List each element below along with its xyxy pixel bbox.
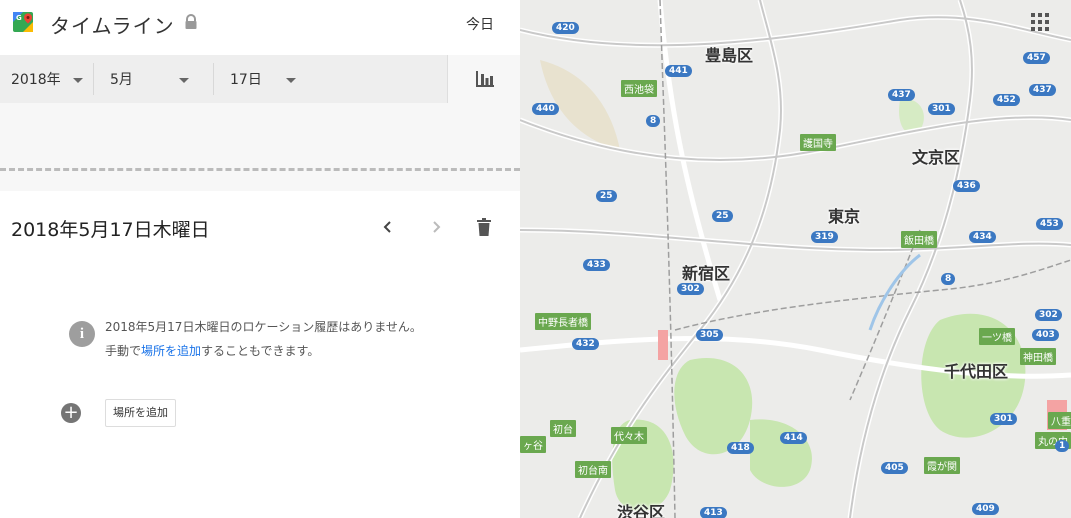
month-value: 5月 [110,72,133,88]
apps-grid-icon[interactable] [1031,13,1049,31]
station-label: 初台南 [575,461,611,478]
year-dropdown[interactable]: 2018年 [11,55,83,103]
route-shield: 8 [646,115,661,127]
info-icon: i [69,321,95,347]
hint-suffix: することもできます。 [201,344,320,358]
station-label: 代々木 [611,427,647,444]
route-shield: 437 [1029,84,1056,96]
previous-day-button[interactable] [374,213,402,241]
lock-icon [185,14,197,29]
add-place-button[interactable]: 場所を追加 [105,399,176,427]
station-label: 八重 [1048,412,1071,429]
route-shield: 302 [1035,309,1062,321]
timeline-panel: G タイムライン 今日 2018年 5月 17日 2018年5月17日木曜日 i… [0,0,520,518]
date-filter-bar: 2018年 5月 17日 [0,55,520,103]
no-history-message: 2018年5月17日木曜日のロケーション履歴はありません。 [105,320,422,334]
app-title: タイムライン [50,14,175,38]
ward-label-shibuya: 渋谷区 [617,503,666,518]
station-label: 西池袋 [621,80,657,97]
map-view[interactable]: 豊島区 文京区 東京 新宿区 千代田区 渋谷区 西池袋 護国寺 飯田橋 中野長者… [520,0,1071,518]
route-shield: 319 [811,231,838,243]
route-shield: 432 [572,338,599,350]
chevron-left-icon [383,221,391,233]
hint-prefix: 手動で [105,344,142,358]
route-shield: 418 [727,442,754,454]
route-shield: 25 [596,190,617,202]
station-label: 霞が関 [924,457,960,474]
station-label: 中野長者橋 [535,313,591,330]
route-shield: 420 [552,22,579,34]
route-shield: 405 [881,462,908,474]
add-place-link[interactable]: 場所を追加 [141,344,201,358]
station-label: ヶ谷 [520,436,546,453]
ward-label-shinjuku: 新宿区 [682,264,731,283]
route-shield: 305 [696,329,723,341]
day-value: 17日 [230,72,262,88]
route-shield: 452 [993,94,1020,106]
route-shield: 409 [972,503,999,515]
route-shield: 25 [712,210,733,222]
route-shield: 403 [1032,329,1059,341]
bar-chart-icon [475,71,494,87]
divider [213,63,214,95]
ward-label-bunkyo: 文京区 [912,148,961,167]
route-shield: 441 [665,65,692,77]
day-dropdown[interactable]: 17日 [230,55,296,103]
ward-label-chiyoda: 千代田区 [944,362,1009,381]
route-shield: 301 [990,413,1017,425]
chevron-down-icon [72,77,83,83]
route-shield: 440 [532,103,559,115]
route-shield: 1 [1055,440,1070,452]
ward-label-toshima: 豊島区 [705,46,754,65]
trash-icon [477,218,491,236]
station-label: 一ツ橋 [979,328,1015,345]
route-shield: 302 [677,283,704,295]
route-shield: 436 [953,180,980,192]
next-day-button[interactable] [422,213,450,241]
ward-label-tokyo: 東京 [828,207,861,226]
route-shield: 301 [928,103,955,115]
route-shield: 434 [969,231,996,243]
station-label: 初台 [550,420,576,437]
route-shield: 8 [941,273,956,285]
divider [93,63,94,95]
route-shield: 457 [1023,52,1050,64]
timeline-track [0,103,520,191]
route-shield: 453 [1036,218,1063,230]
day-title: 2018年5月17日木曜日 [11,219,210,241]
chevron-down-icon [178,77,189,83]
chevron-right-icon [433,221,441,233]
chevron-down-icon [285,77,296,83]
delete-day-button[interactable] [470,213,498,241]
route-shield: 413 [700,507,727,518]
google-maps-logo-icon: G [13,12,33,32]
svg-text:G: G [16,14,22,22]
station-label: 護国寺 [800,134,836,151]
month-dropdown[interactable]: 5月 [110,55,189,103]
top-bar: G タイムライン 今日 [0,0,520,55]
station-label: 神田橋 [1020,348,1056,365]
add-icon[interactable]: + [61,403,81,423]
route-shield: 437 [888,89,915,101]
timeline-dashed-line [0,168,520,171]
station-label: 飯田橋 [901,231,937,248]
route-shield: 414 [780,432,807,444]
route-shield: 433 [583,259,610,271]
stats-button[interactable] [447,55,520,103]
year-value: 2018年 [11,72,61,88]
manual-add-hint: 手動で場所を追加することもできます。 [105,342,319,359]
today-button[interactable]: 今日 [466,14,494,34]
